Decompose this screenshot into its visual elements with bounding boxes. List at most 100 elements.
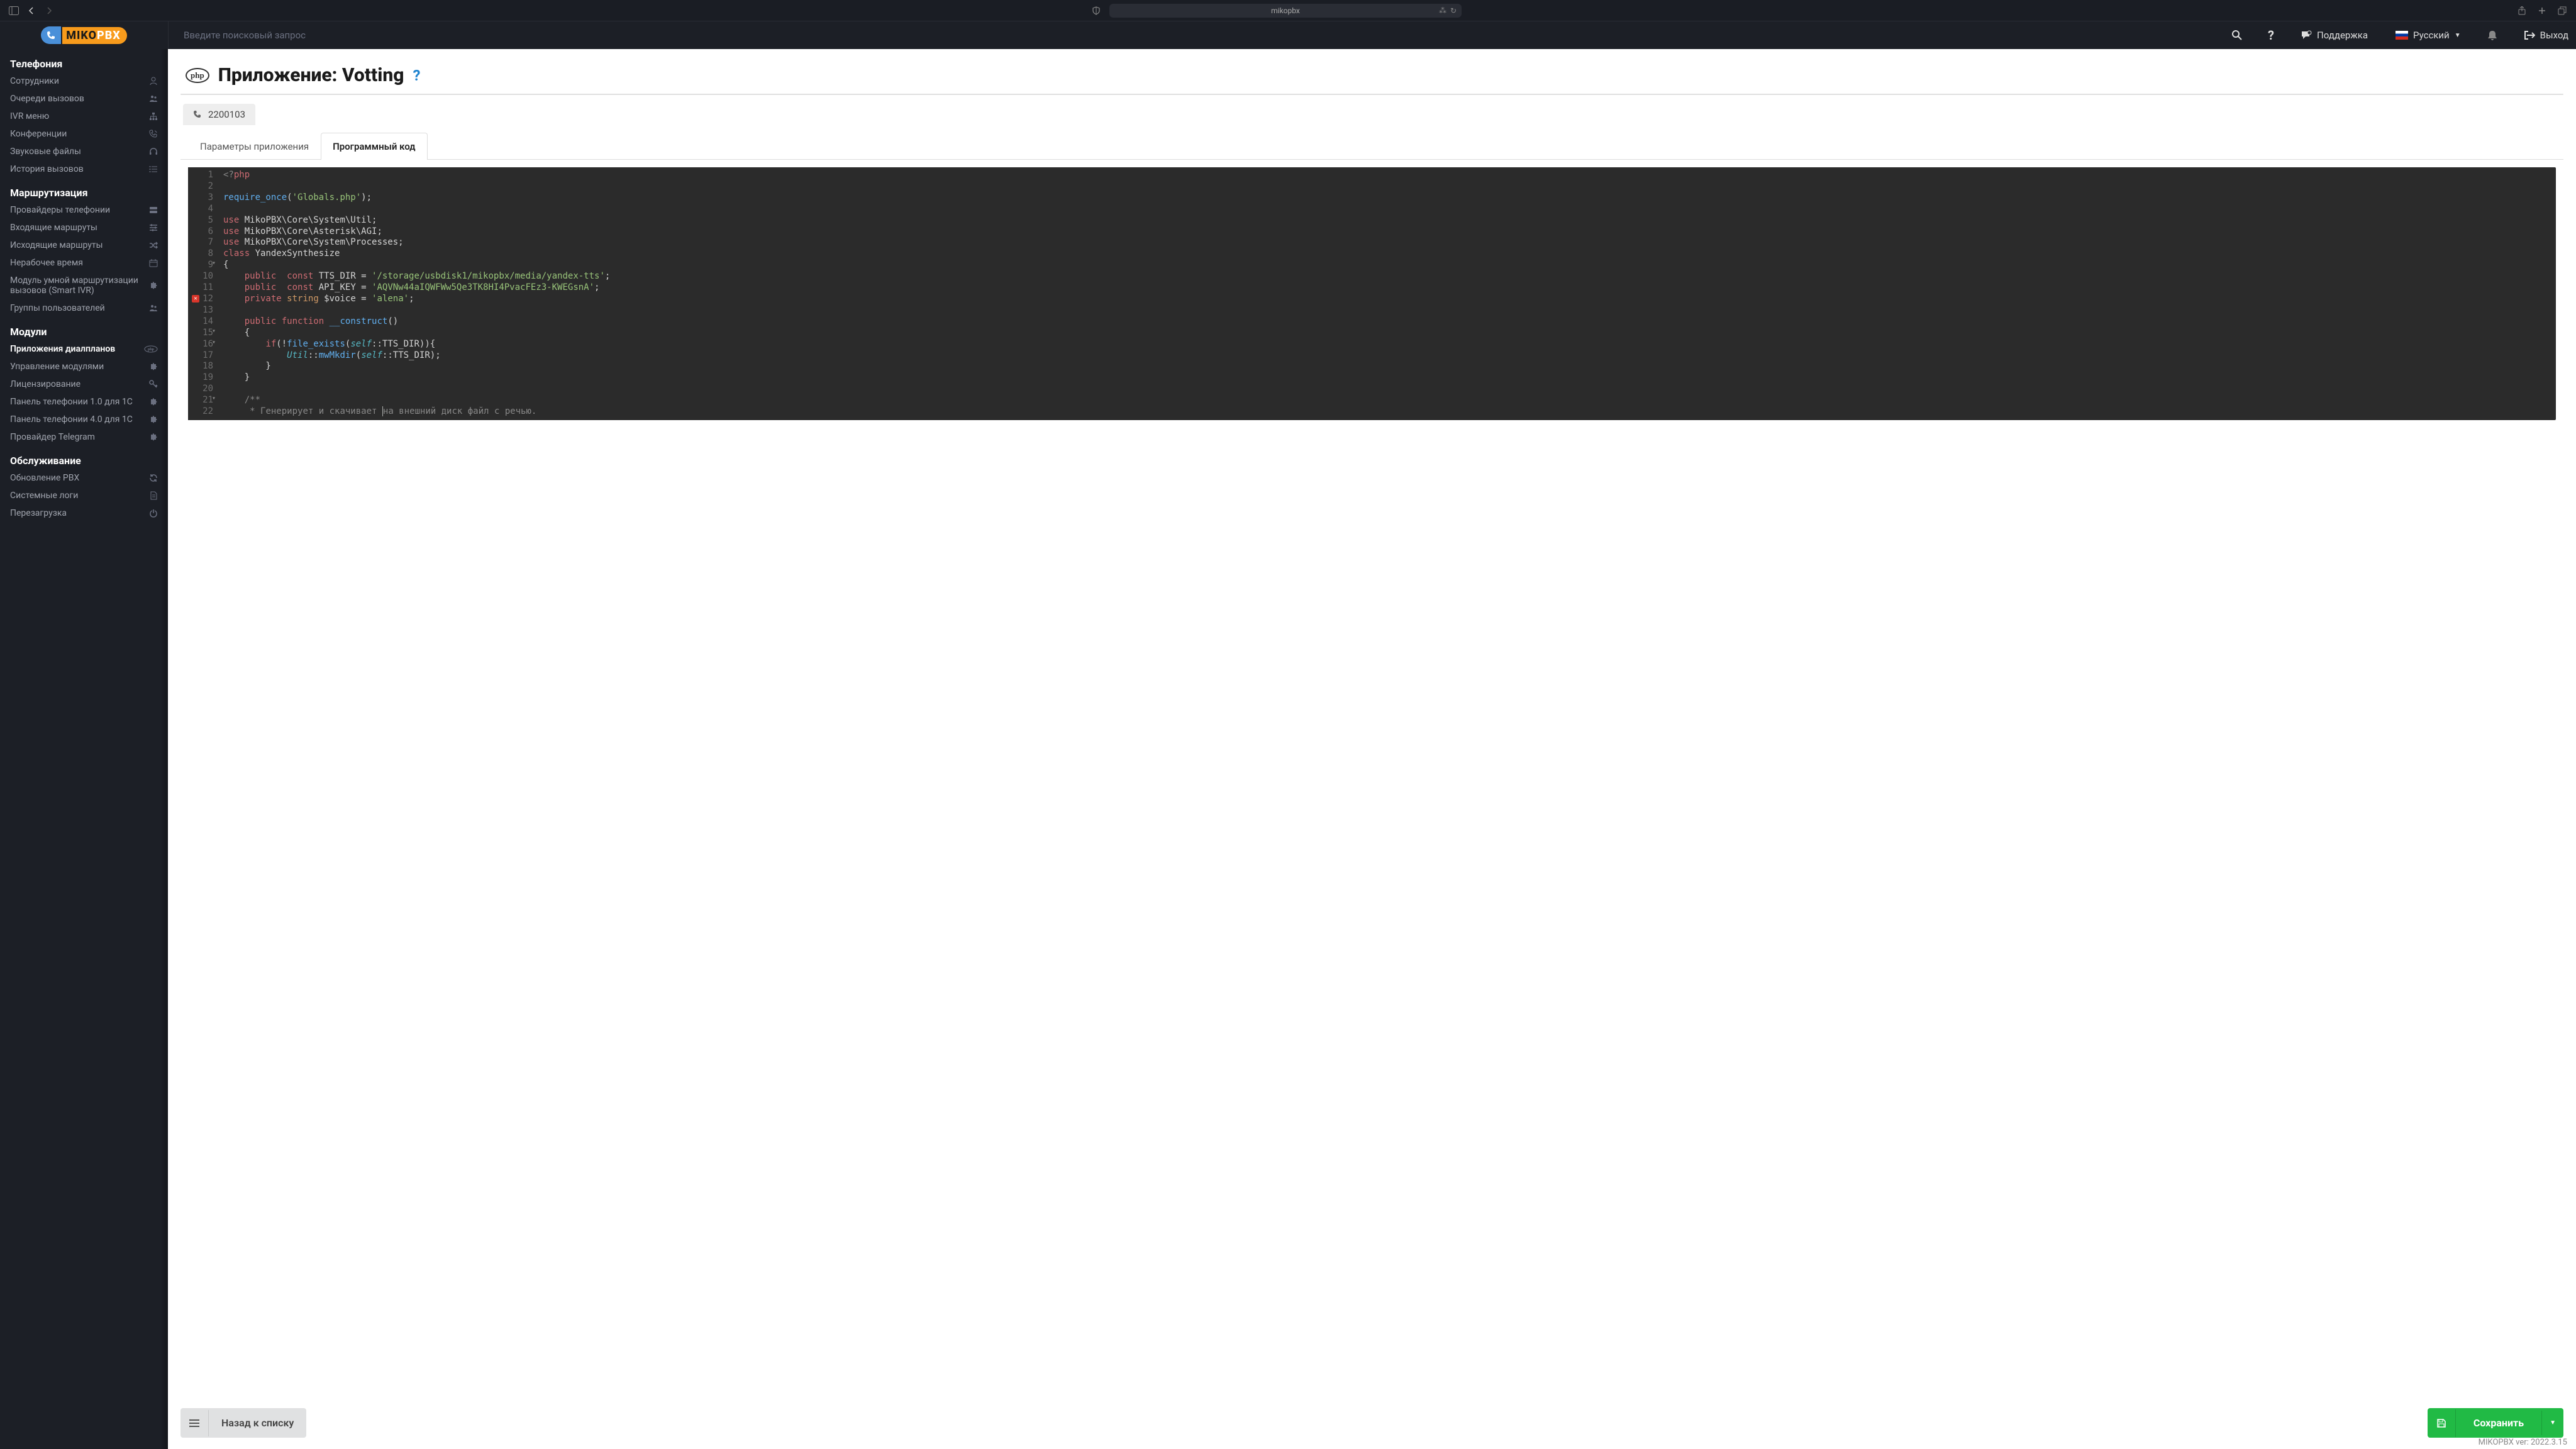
code-line[interactable]: use MikoPBX\Core\System\Processes; (223, 237, 2551, 248)
sidebar-item[interactable]: Входящие маршруты (0, 219, 168, 236)
sidebar-toggle-icon[interactable] (6, 3, 21, 18)
line-number: 11 (191, 282, 213, 294)
language-selector[interactable]: Русский ▼ (2388, 30, 2468, 41)
sidebar-item[interactable]: Панель телефонии 1.0 для 1С (0, 393, 168, 411)
code-line[interactable] (223, 204, 2551, 215)
code-line[interactable]: <?php (223, 170, 2551, 181)
code-line[interactable]: public const API_KEY = 'AQVNw44aIQWFWw5Q… (223, 282, 2551, 294)
code-editor[interactable]: 123456789▾101112✕131415▾16▾1718192021▾22… (188, 167, 2556, 420)
code-line[interactable]: * Генерирует и скачивает на внешний диск… (223, 406, 2551, 418)
code-line[interactable] (223, 305, 2551, 316)
page-title: Приложение: Votting (218, 64, 404, 86)
search-icon[interactable] (2225, 30, 2249, 41)
sidebar-item[interactable]: Нерабочее время (0, 254, 168, 272)
key-icon (149, 380, 158, 389)
code-line[interactable]: public function __construct() (223, 316, 2551, 328)
save-button[interactable]: Сохранить ▼ (2428, 1408, 2563, 1438)
sidebar-item-label: Обновление PBX (10, 473, 79, 483)
code-line[interactable]: use MikoPBX\Core\Asterisk\AGI; (223, 226, 2551, 238)
code-line[interactable]: if(!file_exists(self::TTS_DIR)){ (223, 339, 2551, 350)
logo[interactable]: MIKOPBX (0, 26, 168, 44)
sidebar-item[interactable]: Очереди вызовов (0, 90, 168, 108)
share-icon[interactable] (2514, 3, 2529, 18)
sidebar-item[interactable]: Группы пользователей (0, 299, 168, 317)
code-line[interactable]: /** (223, 395, 2551, 406)
reload-icon[interactable]: ↻ (1450, 6, 1457, 15)
code-line[interactable]: public const TTS_DIR = '/storage/usbdisk… (223, 271, 2551, 282)
code-line[interactable]: use MikoPBX\Core\System\Util; (223, 215, 2551, 226)
sidebar-item[interactable]: Управление модулями (0, 358, 168, 375)
search-input[interactable]: Введите поисковый запрос (184, 30, 2212, 41)
new-tab-icon[interactable] (2534, 3, 2550, 18)
server-icon (149, 206, 158, 214)
users-icon (149, 304, 158, 313)
line-number: 1 (191, 170, 213, 181)
puzzle-icon (149, 362, 158, 371)
url-bar[interactable]: mikopbx ⁂ ↻ (1109, 4, 1462, 18)
code-line[interactable] (223, 384, 2551, 395)
sidebar-item[interactable]: Провайдеры телефонии (0, 201, 168, 219)
shield-icon (1092, 6, 1101, 15)
sidebar-item[interactable]: Звуковые файлы (0, 143, 168, 160)
chevron-down-icon: ▼ (2455, 32, 2461, 39)
line-number: 10 (191, 271, 213, 282)
code-line[interactable]: require_once('Globals.php'); (223, 192, 2551, 204)
sidebar-item[interactable]: Обновление PBX (0, 469, 168, 487)
line-number: 21▾ (191, 395, 213, 406)
tabs: Параметры приложенияПрограммный код (180, 125, 2563, 160)
sidebar-item[interactable]: IVR меню (0, 108, 168, 125)
logout-link[interactable]: Выход (2516, 30, 2576, 41)
translate-icon[interactable]: ⁂ (1439, 6, 1446, 15)
notifications-icon[interactable] (2481, 30, 2504, 41)
save-dropdown-icon[interactable]: ▼ (2541, 1411, 2563, 1435)
sidebar-item-label: Провайдеры телефонии (10, 205, 110, 215)
error-marker-icon[interactable]: ✕ (192, 295, 199, 303)
help-question-icon[interactable]: ? (413, 67, 420, 84)
sidebar-item-label: Модуль умной маршрутизации вызовов (Smar… (10, 275, 149, 296)
tab[interactable]: Программный код (321, 133, 427, 160)
sidebar-item[interactable]: Провайдер Telegram (0, 428, 168, 446)
code-line[interactable]: class YandexSynthesize (223, 248, 2551, 260)
code-line[interactable]: { (223, 260, 2551, 271)
sidebar-item[interactable]: Панель телефонии 4.0 для 1С (0, 411, 168, 428)
back-button[interactable]: Назад к списку (180, 1408, 306, 1438)
sidebar-item[interactable]: Лицензирование (0, 375, 168, 393)
fold-icon[interactable]: ▾ (212, 339, 216, 347)
sidebar-item[interactable]: Модуль умной маршрутизации вызовов (Smar… (0, 272, 168, 299)
puzzle-icon (149, 415, 158, 424)
sidebar-item[interactable]: Перезагрузка (0, 504, 168, 522)
sidebar-item[interactable]: Конференции (0, 125, 168, 143)
sidebar-item[interactable]: Исходящие маршруты (0, 236, 168, 254)
sidebar-item-label: Панель телефонии 4.0 для 1С (10, 414, 133, 425)
sidebar-item-label: История вызовов (10, 164, 84, 174)
sidebar-item[interactable]: Приложения диалплановphp (0, 340, 168, 358)
help-icon[interactable]: ? (2262, 28, 2280, 43)
code-line[interactable]: } (223, 372, 2551, 384)
support-link[interactable]: Поддержка (2293, 30, 2375, 41)
fold-icon[interactable]: ▾ (212, 328, 216, 336)
list-icon (180, 1410, 209, 1436)
sidebar-item[interactable]: Сотрудники (0, 72, 168, 90)
tab[interactable]: Параметры приложения (188, 133, 321, 160)
fold-icon[interactable]: ▾ (212, 260, 216, 268)
sidebar-item-label: Перезагрузка (10, 508, 67, 518)
sidebar-item[interactable]: История вызовов (0, 160, 168, 178)
nav-forward-icon[interactable] (42, 3, 57, 18)
sidebar-item[interactable]: Системные логи (0, 487, 168, 504)
nav-back-icon[interactable] (24, 3, 39, 18)
fold-icon[interactable]: ▾ (212, 395, 216, 403)
code-line[interactable]: { (223, 328, 2551, 339)
line-number: 19 (191, 372, 213, 384)
puzzle-icon (149, 433, 158, 441)
sidebar-item-label: Панель телефонии 1.0 для 1С (10, 397, 133, 407)
main-content: php Приложение: Votting ? 2200103 Параме… (168, 49, 2576, 1449)
calendar-icon (149, 258, 158, 267)
tabs-icon[interactable] (2555, 3, 2570, 18)
puzzle-icon (149, 397, 158, 406)
code-line[interactable]: Util::mwMkdir(self::TTS_DIR); (223, 350, 2551, 362)
sidebar-item-label: Управление модулями (10, 362, 104, 372)
code-line[interactable] (223, 181, 2551, 192)
code-line[interactable]: private string $voice = 'alena'; (223, 294, 2551, 305)
sidebar-item-label: Сотрудники (10, 76, 59, 86)
code-line[interactable]: } (223, 361, 2551, 372)
